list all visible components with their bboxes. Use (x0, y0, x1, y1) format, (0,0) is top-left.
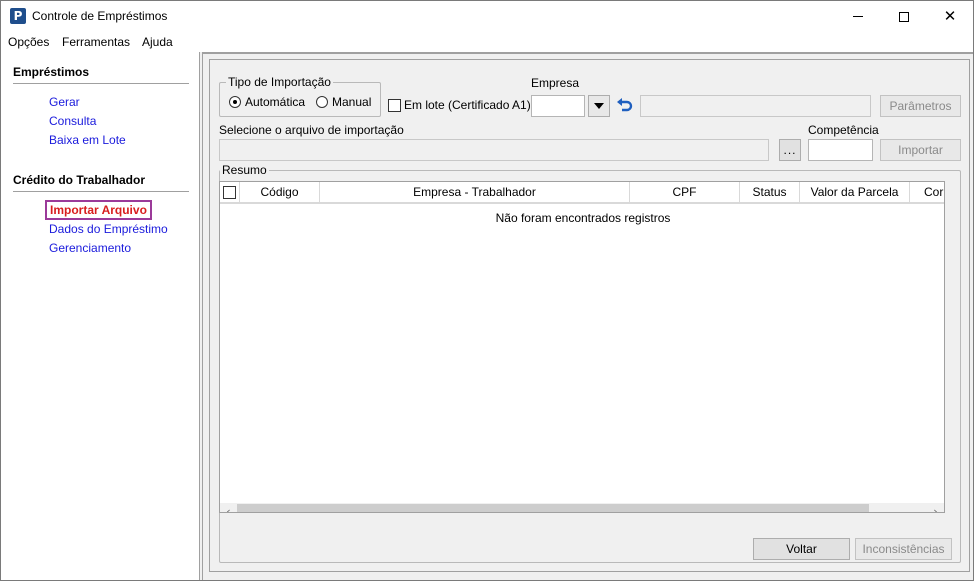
em-lote-checkbox[interactable]: Em lote (Certificado A1) (388, 98, 531, 112)
sidebar-item-baixa-em-lote[interactable]: Baixa em Lote (49, 133, 126, 147)
arquivo-path-input (219, 139, 769, 161)
radio-automatica-label: Automática (245, 95, 306, 109)
column-cor[interactable]: Cor (910, 182, 944, 202)
sidebar-divider (13, 83, 189, 84)
radio-indicator (229, 96, 241, 108)
inconsistencias-button[interactable]: Inconsistências (855, 538, 952, 560)
empresa-dropdown-button[interactable] (588, 95, 610, 117)
empresa-label: Empresa (531, 76, 580, 90)
browse-file-button[interactable]: ... (779, 139, 801, 161)
importar-button[interactable]: Importar (880, 139, 961, 161)
refresh-icon (617, 98, 633, 112)
sidebar-item-consulta[interactable]: Consulta (49, 114, 96, 128)
radio-automatica[interactable]: Automática (229, 95, 305, 109)
tipo-importacao-legend: Tipo de Importação (226, 75, 333, 89)
sidebar-divider (13, 191, 189, 192)
radio-manual[interactable]: Manual (316, 95, 371, 109)
menu-ferramentas[interactable]: Ferramentas (62, 35, 130, 49)
sidebar-section-emprestimos: Empréstimos (13, 65, 90, 79)
app-logo-icon: P (10, 8, 26, 24)
menu-opcoes[interactable]: Opções (8, 35, 49, 49)
column-cpf[interactable]: CPF (630, 182, 740, 202)
maximize-button[interactable] (881, 1, 927, 32)
menu-bar: Opções Ferramentas Ajuda (1, 32, 973, 52)
radio-manual-label: Manual (332, 95, 372, 109)
sidebar-item-gerenciamento[interactable]: Gerenciamento (49, 241, 131, 255)
grid-header: Código Empresa - Trabalhador CPF Status … (220, 182, 944, 204)
parametros-button[interactable]: Parâmetros (880, 95, 961, 117)
minimize-button[interactable] (835, 1, 881, 32)
horizontal-scrollbar[interactable]: ‹ › (220, 503, 944, 512)
checkbox-box (388, 98, 401, 112)
scroll-track[interactable] (237, 503, 927, 512)
sidebar: Empréstimos Gerar Consulta Baixa em Lote… (1, 52, 200, 580)
empresa-refresh-button[interactable] (614, 95, 636, 117)
competencia-input[interactable] (808, 139, 873, 161)
scroll-thumb[interactable] (237, 504, 869, 512)
column-status[interactable]: Status (740, 182, 800, 202)
title-bar: P Controle de Empréstimos ✕ (1, 1, 973, 32)
competencia-label: Competência (808, 123, 879, 137)
scroll-left-icon[interactable]: ‹ (220, 503, 237, 512)
column-empresa-trabalhador[interactable]: Empresa - Trabalhador (320, 182, 630, 202)
column-valor-parcela[interactable]: Valor da Parcela (800, 182, 910, 202)
empresa-code-input[interactable] (531, 95, 585, 117)
voltar-button[interactable]: Voltar (753, 538, 850, 560)
grid-empty-message: Não foram encontrados registros (495, 211, 671, 225)
maximize-icon (899, 11, 909, 22)
sidebar-item-importar-arquivo[interactable]: Importar Arquivo (45, 200, 152, 220)
main-content: Tipo de Importação Automática Manual Em … (202, 52, 973, 580)
window-title: Controle de Empréstimos (32, 9, 168, 23)
grid-select-all[interactable] (220, 182, 240, 202)
em-lote-label: Em lote (Certificado A1) (404, 98, 531, 112)
tipo-importacao-group: Tipo de Importação Automática Manual (219, 75, 381, 117)
checkbox-box (223, 185, 236, 199)
menu-ajuda[interactable]: Ajuda (142, 35, 173, 49)
column-codigo[interactable]: Código (240, 182, 320, 202)
resumo-grid: Código Empresa - Trabalhador CPF Status … (219, 181, 945, 513)
import-panel: Tipo de Importação Automática Manual Em … (209, 59, 970, 572)
close-button[interactable]: ✕ (927, 1, 973, 32)
sidebar-section-credito-trabalhador: Crédito do Trabalhador (13, 173, 146, 187)
scroll-right-icon[interactable]: › (927, 503, 944, 512)
resumo-legend: Resumo (220, 163, 269, 177)
app-window: P Controle de Empréstimos ✕ Opções Ferra… (0, 0, 974, 581)
chevron-down-icon (594, 103, 604, 109)
sidebar-item-dados-emprestimo[interactable]: Dados do Empréstimo (49, 222, 168, 236)
empresa-name-input (640, 95, 871, 117)
sidebar-item-gerar[interactable]: Gerar (49, 95, 80, 109)
close-icon: ✕ (943, 7, 957, 25)
minimize-icon (853, 16, 863, 17)
arquivo-label: Selecione o arquivo de importação (219, 123, 404, 137)
radio-indicator (316, 96, 328, 108)
